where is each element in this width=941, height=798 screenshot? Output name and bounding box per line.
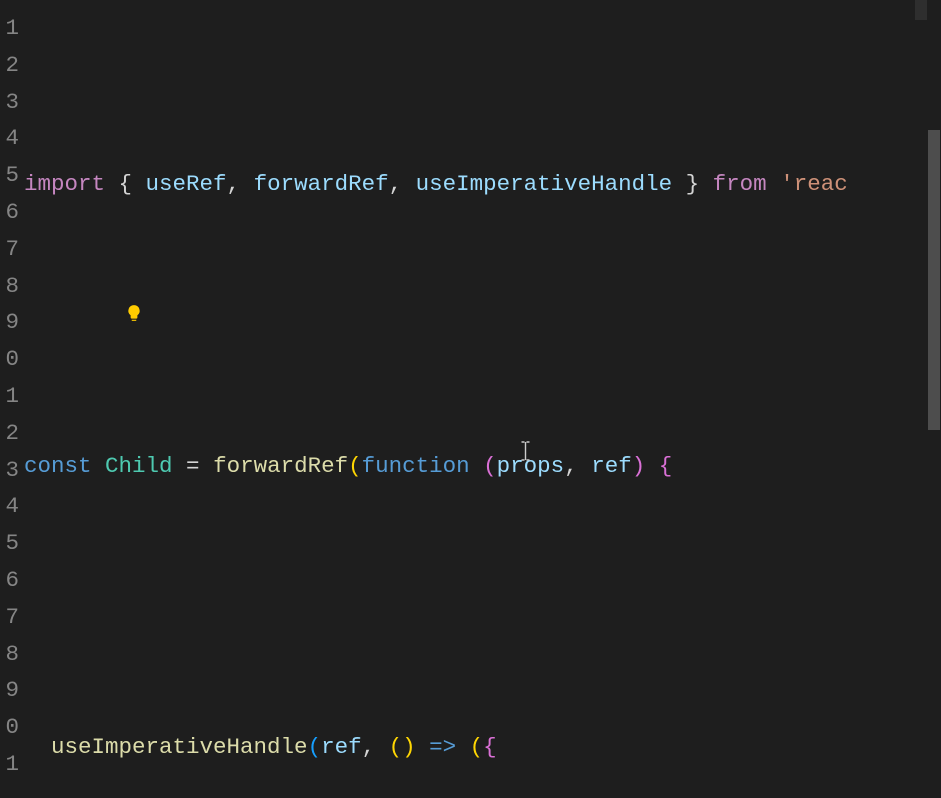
line-number: 1 <box>0 10 20 47</box>
code-line[interactable] <box>24 588 941 625</box>
line-number: 7 <box>0 599 20 636</box>
token-keyword: const <box>24 448 92 485</box>
code-line[interactable]: useImperativeHandle(ref, () => ({ <box>24 729 941 766</box>
lightbulb-icon[interactable] <box>44 277 62 295</box>
code-line[interactable] <box>24 307 941 344</box>
line-number: 2 <box>0 415 20 452</box>
line-number: 6 <box>0 562 20 599</box>
minimap-slider[interactable] <box>915 0 927 20</box>
line-number: 1 <box>0 378 20 415</box>
line-number: 9 <box>0 304 20 341</box>
line-number: 5 <box>0 525 20 562</box>
token-function: useImperativeHandle <box>51 729 308 766</box>
token-keyword: from <box>713 166 767 203</box>
line-number: 2 <box>0 47 20 84</box>
line-number: 0 <box>0 341 20 378</box>
line-number: 7 <box>0 231 20 268</box>
token-string: 'reac <box>780 166 848 203</box>
text-cursor-icon <box>438 415 451 435</box>
line-number: 6 <box>0 194 20 231</box>
token-variable: useRef <box>146 166 227 203</box>
code-editor[interactable]: 1 2 3 4 5 6 7 8 9 0 1 2 3 4 5 6 7 8 9 0 … <box>0 0 941 798</box>
line-number: 3 <box>0 84 20 121</box>
token-function: forwardRef <box>213 448 348 485</box>
vertical-scrollbar[interactable] <box>927 0 941 798</box>
token-keyword: import <box>24 166 105 203</box>
code-area[interactable]: import { useRef, forwardRef, useImperati… <box>20 0 941 798</box>
token-type: Child <box>105 448 173 485</box>
line-number: 9 <box>0 672 20 709</box>
line-number: 0 <box>0 709 20 746</box>
line-number: 4 <box>0 488 20 525</box>
line-number: 4 <box>0 120 20 157</box>
line-number: 8 <box>0 636 20 673</box>
token-variable: forwardRef <box>254 166 389 203</box>
line-number: 3 <box>0 452 20 489</box>
line-number-gutter: 1 2 3 4 5 6 7 8 9 0 1 2 3 4 5 6 7 8 9 0 … <box>0 0 20 798</box>
line-number: 5 <box>0 157 20 194</box>
line-number: 1 <box>0 746 20 783</box>
token-variable: useImperativeHandle <box>416 166 673 203</box>
line-number: 8 <box>0 268 20 305</box>
code-line[interactable]: import { useRef, forwardRef, useImperati… <box>24 166 941 203</box>
scrollbar-thumb[interactable] <box>928 130 940 430</box>
